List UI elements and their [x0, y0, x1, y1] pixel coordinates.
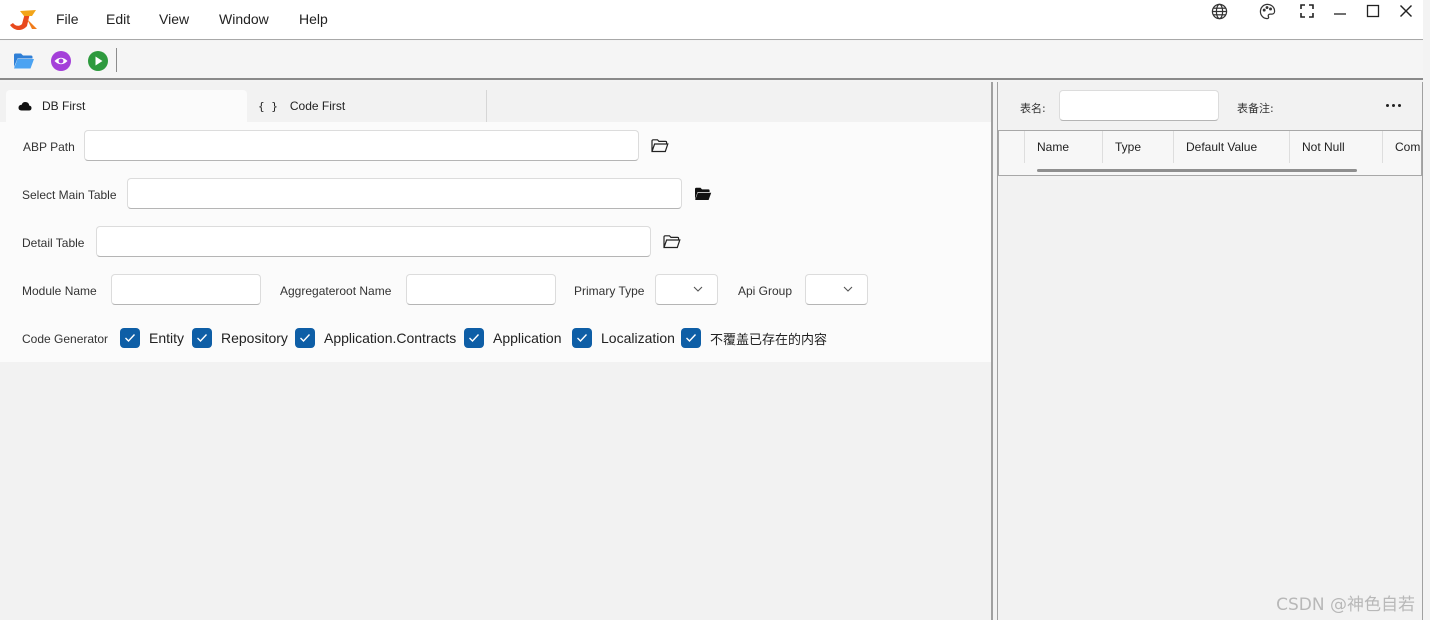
tab-code-first-label: Code First: [289, 99, 346, 113]
run-play-icon[interactable]: [87, 50, 109, 72]
left-panel: DB First { } Code First ABP Path Select …: [0, 82, 993, 620]
table-name-label: 表名:: [1020, 102, 1046, 115]
table-comment-label: 表备注:: [1237, 102, 1274, 115]
grid-col-default-value[interactable]: Default Value: [1174, 131, 1290, 163]
module-name-input[interactable]: [111, 274, 261, 305]
chevron-down-icon: [843, 286, 853, 292]
grid-header: Name Type Default Value Not Null Comm: [999, 131, 1421, 163]
grid-col-not-null[interactable]: Not Null: [1290, 131, 1383, 163]
aggregateroot-name-input[interactable]: [406, 274, 556, 305]
checkmark-icon: [120, 328, 140, 348]
watermark: CSDN @神色自若: [1276, 595, 1415, 615]
menu-bar: File Edit View Window Help: [0, 0, 1423, 40]
checkbox-entity[interactable]: Entity: [120, 328, 184, 348]
more-horizontal-icon[interactable]: [1386, 104, 1401, 107]
chevron-down-icon: [693, 286, 703, 292]
abp-path-label: ABP Path: [23, 140, 75, 154]
tab-db-first[interactable]: DB First: [6, 90, 247, 122]
menu-file[interactable]: File: [56, 11, 79, 27]
grid-col-name[interactable]: Name: [1025, 131, 1103, 163]
checkbox-repository-label: Repository: [221, 330, 288, 346]
columns-grid: Name Type Default Value Not Null Comm: [998, 130, 1422, 176]
tab-code-first[interactable]: { } Code First: [247, 90, 487, 122]
checkbox-application-contracts-label: Application.Contracts: [324, 330, 457, 346]
horizontal-scrollbar[interactable]: [1037, 169, 1357, 172]
menu-view[interactable]: View: [159, 11, 189, 27]
checkbox-no-overwrite[interactable]: 不覆盖已存在的内容: [681, 328, 827, 348]
checkbox-localization-label: Localization: [601, 330, 675, 346]
braces-icon: { }: [258, 99, 278, 113]
toolbar-separator: [116, 48, 117, 72]
primary-type-select[interactable]: [655, 274, 718, 305]
grid-col-comment[interactable]: Comm: [1383, 131, 1421, 163]
tab-db-first-label: DB First: [42, 99, 86, 113]
abp-path-input[interactable]: [84, 130, 639, 161]
table-name-input[interactable]: [1059, 90, 1219, 121]
api-group-label: Api Group: [738, 284, 793, 298]
main-table-label: Select Main Table: [22, 188, 117, 202]
app-logo: [10, 10, 37, 31]
checkbox-entity-label: Entity: [149, 330, 185, 346]
checkmark-icon: [192, 328, 212, 348]
toolbar: [0, 41, 1423, 80]
fullscreen-icon[interactable]: [1297, 1, 1317, 21]
tab-strip: DB First { } Code First: [0, 90, 993, 122]
folder-outline-icon[interactable]: [651, 138, 669, 154]
cloud-icon: [18, 101, 32, 111]
folder-filled-icon[interactable]: [694, 186, 712, 202]
checkbox-no-overwrite-label: 不覆盖已存在的内容: [710, 332, 828, 348]
code-generator-label: Code Generator: [22, 332, 109, 346]
minimize-icon[interactable]: [1330, 1, 1350, 21]
api-group-select[interactable]: [805, 274, 868, 305]
checkbox-repository[interactable]: Repository: [192, 328, 288, 348]
checkmark-icon: [572, 328, 592, 348]
maximize-icon[interactable]: [1363, 1, 1383, 21]
checkbox-application-contracts[interactable]: Application.Contracts: [295, 328, 456, 348]
grid-col-type[interactable]: Type: [1103, 131, 1174, 163]
checkbox-application[interactable]: Application: [464, 328, 562, 348]
menu-edit[interactable]: Edit: [106, 11, 130, 27]
main-table-input[interactable]: [127, 178, 682, 209]
close-icon[interactable]: [1396, 1, 1416, 21]
checkmark-icon: [295, 328, 315, 348]
db-first-form: ABP Path Select Main Table Detail Table …: [0, 122, 991, 362]
primary-type-label: Primary Type: [574, 284, 645, 298]
palette-icon[interactable]: [1257, 1, 1277, 21]
globe-icon[interactable]: [1209, 1, 1229, 21]
checkbox-localization[interactable]: Localization: [572, 328, 675, 348]
detail-table-input[interactable]: [96, 226, 651, 257]
checkmark-icon: [681, 328, 701, 348]
folder-open-icon[interactable]: [13, 50, 35, 72]
menu-window[interactable]: Window: [219, 11, 269, 27]
right-panel: 表名: 表备注: Name Type Default Value Not Nul…: [997, 82, 1423, 620]
module-name-label: Module Name: [22, 284, 97, 298]
checkmark-icon: [464, 328, 484, 348]
menu-help[interactable]: Help: [299, 11, 328, 27]
folder-outline-icon[interactable]: [663, 234, 681, 250]
grid-row-header: [999, 131, 1025, 163]
checkbox-application-label: Application: [493, 330, 562, 346]
aggregateroot-name-label: Aggregateroot Name: [280, 284, 392, 298]
preview-eye-icon[interactable]: [50, 50, 72, 72]
detail-table-label: Detail Table: [22, 236, 85, 250]
